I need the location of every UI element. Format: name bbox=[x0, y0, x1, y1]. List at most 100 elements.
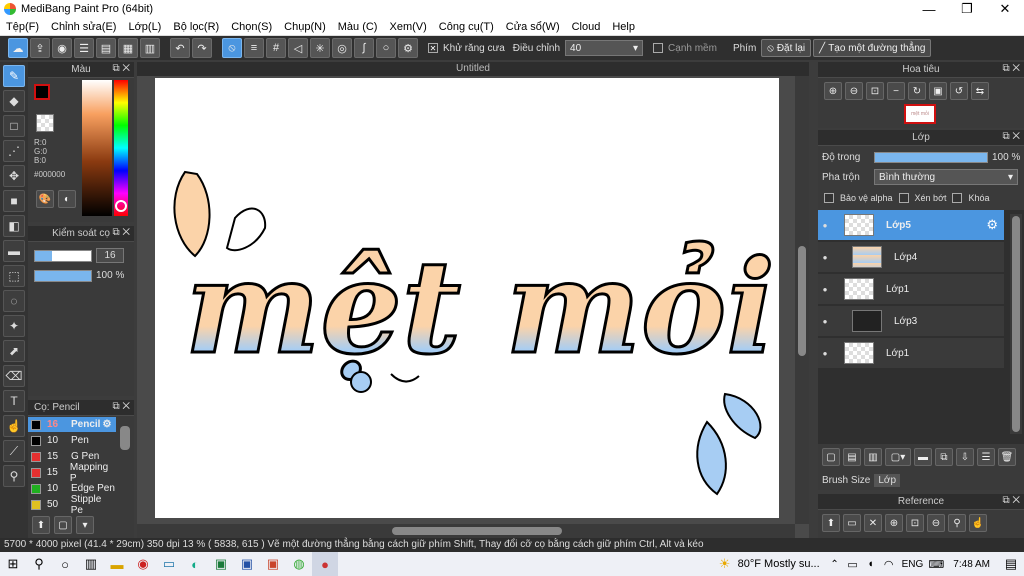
task-view-icon[interactable]: ▥ bbox=[78, 552, 104, 576]
comment-icon[interactable]: ◉ bbox=[52, 38, 72, 58]
perspective-snap-icon[interactable]: ◁ bbox=[288, 38, 308, 58]
maximize-button[interactable]: ❐ bbox=[948, 0, 986, 18]
fit-icon[interactable]: ⊡ bbox=[866, 82, 884, 100]
drawing-canvas[interactable]: mệt mỏi bbox=[155, 78, 779, 518]
duplicate-layer-icon[interactable]: ⧉ bbox=[935, 448, 953, 466]
edge-icon[interactable]: ◐ bbox=[182, 552, 208, 576]
network-icon[interactable]: ▭ bbox=[844, 552, 862, 576]
menu-cloud[interactable]: Cloud bbox=[566, 21, 607, 33]
new-layer-1bit-icon[interactable]: ▥ bbox=[864, 448, 882, 466]
select-eraser-tool-icon[interactable]: ⌫ bbox=[3, 365, 25, 387]
new-layer-8bit-icon[interactable]: ▤ bbox=[843, 448, 861, 466]
list-icon[interactable]: ☰ bbox=[74, 38, 94, 58]
flip-icon[interactable]: ⇆ bbox=[971, 82, 989, 100]
hue-slider[interactable] bbox=[114, 80, 128, 216]
snap-off-icon[interactable]: ⦸ bbox=[222, 38, 242, 58]
operation-tool-icon[interactable]: ☝ bbox=[3, 415, 25, 437]
search-icon[interactable]: ⚲ bbox=[26, 552, 52, 576]
menu-filter[interactable]: Bộ lọc(R) bbox=[167, 21, 225, 33]
tiles-icon[interactable]: ▥ bbox=[140, 38, 160, 58]
brush-list-scrollbar[interactable] bbox=[120, 426, 130, 450]
concentric-snap-icon[interactable]: ◎ bbox=[332, 38, 352, 58]
chrome-icon[interactable]: ◍ bbox=[286, 552, 312, 576]
brush-opacity-slider[interactable] bbox=[34, 270, 92, 282]
notification-icon[interactable]: ▤ bbox=[998, 552, 1024, 576]
menu-select[interactable]: Chọn(S) bbox=[225, 21, 278, 33]
reset-button[interactable]: ⦸ Đặt lại bbox=[761, 39, 812, 57]
rotate-back-icon[interactable]: ↺ bbox=[950, 82, 968, 100]
menu-tools[interactable]: Công cụ(T) bbox=[433, 21, 500, 33]
antialias-checkbox[interactable]: ✕ bbox=[428, 43, 438, 53]
brush-size-value[interactable]: 16 bbox=[96, 248, 124, 263]
brush-size-slider[interactable] bbox=[34, 250, 92, 262]
palette-icon[interactable]: 🎨 bbox=[36, 190, 54, 208]
brush-item-stipple-pen[interactable]: 50 Stipple Pe bbox=[28, 494, 116, 516]
zoom-out-icon[interactable]: ⊖ bbox=[845, 82, 863, 100]
chevron-up-icon[interactable]: ⌃ bbox=[826, 552, 844, 576]
zoom-in-icon[interactable]: ⊕ bbox=[824, 82, 842, 100]
clock[interactable]: 7:48 AM bbox=[945, 559, 998, 570]
layer-row-lop4[interactable]: ● Lớp4 bbox=[818, 242, 1004, 273]
lock-checkbox[interactable] bbox=[952, 193, 963, 203]
bucket-tool-icon[interactable]: ◧ bbox=[3, 215, 25, 237]
parallel-snap-icon[interactable]: ≡ bbox=[244, 38, 264, 58]
menu-view[interactable]: Xem(V) bbox=[383, 21, 432, 33]
fill-shape-tool-icon[interactable]: ■ bbox=[3, 190, 25, 212]
panel-close-icon[interactable]: ⧉ ✕ bbox=[1002, 131, 1020, 142]
foreground-color-swatch[interactable] bbox=[34, 84, 50, 100]
protect-alpha-checkbox[interactable] bbox=[824, 193, 834, 203]
gear-icon[interactable]: ⚙ bbox=[102, 419, 111, 430]
panel-close-icon[interactable]: ⧉ ✕ bbox=[1002, 495, 1020, 506]
visibility-icon[interactable]: ● bbox=[818, 317, 832, 326]
redo-icon[interactable]: ↷ bbox=[192, 38, 212, 58]
menu-help[interactable]: Help bbox=[606, 21, 641, 33]
app-red-icon[interactable]: ◉ bbox=[130, 552, 156, 576]
blend-select[interactable]: Bình thường ▾ bbox=[874, 169, 1018, 185]
color-settings-icon[interactable]: ◐ bbox=[58, 190, 76, 208]
reference-zoom-in-icon[interactable]: ⊕ bbox=[885, 514, 903, 532]
reference-zoom-out-icon[interactable]: ⊖ bbox=[927, 514, 945, 532]
close-button[interactable]: ✕ bbox=[986, 0, 1024, 18]
reference-fit-icon[interactable]: ⊡ bbox=[906, 514, 924, 532]
layer-row-lop5[interactable]: ● Lớp5 ⚙ bbox=[818, 210, 1004, 241]
upload-icon[interactable]: ⇪ bbox=[30, 38, 50, 58]
menu-window[interactable]: Cửa sổ(W) bbox=[500, 21, 566, 33]
settings-snap-icon[interactable]: ⚙ bbox=[398, 38, 418, 58]
panel-close-icon[interactable]: ⧉ ✕ bbox=[112, 227, 130, 238]
tab-brush-size[interactable]: Brush Size bbox=[822, 475, 870, 486]
menu-snap[interactable]: Chụp(N) bbox=[278, 21, 332, 33]
minimize-button[interactable]: — bbox=[910, 0, 948, 18]
menu-edit[interactable]: Chỉnh sửa(E) bbox=[45, 21, 122, 33]
menu-file[interactable]: Tệp(F) bbox=[0, 21, 45, 33]
gradient-tool-icon[interactable]: ▬ bbox=[3, 240, 25, 262]
menu-layer[interactable]: Lớp(L) bbox=[122, 21, 167, 33]
visibility-icon[interactable]: ● bbox=[818, 349, 832, 358]
straight-line-button[interactable]: ╱ Tạo một đường thẳng bbox=[813, 39, 932, 57]
panel-close-icon[interactable]: ⧉ ✕ bbox=[112, 401, 130, 412]
brush-tool-icon[interactable]: ✎ bbox=[3, 65, 25, 87]
circle-snap-icon[interactable]: ○ bbox=[376, 38, 396, 58]
adjust-select[interactable]: 40 ▾ bbox=[565, 40, 644, 56]
layer-row-lop1-b[interactable]: ● Lớp1 bbox=[818, 338, 1004, 369]
move-tool-icon[interactable]: ✥ bbox=[3, 165, 25, 187]
rotate-icon[interactable]: ↻ bbox=[908, 82, 926, 100]
folder-icon[interactable]: ▬ bbox=[914, 448, 932, 466]
visibility-icon[interactable]: ● bbox=[818, 285, 832, 294]
brush-menu-icon[interactable]: ▾ bbox=[76, 516, 94, 534]
monitor-icon[interactable]: ▭ bbox=[156, 552, 182, 576]
powerpoint-icon[interactable]: ▣ bbox=[260, 552, 286, 576]
new-layer-icon[interactable]: ▢ bbox=[822, 448, 840, 466]
tab-layer[interactable]: Lớp bbox=[874, 473, 901, 487]
magic-wand-tool-icon[interactable]: ✦ bbox=[3, 315, 25, 337]
layer-list-scrollbar[interactable] bbox=[1010, 214, 1022, 434]
merge-layer-icon[interactable]: ⇩ bbox=[956, 448, 974, 466]
navigator-preview[interactable]: mệt mỏi bbox=[904, 104, 936, 124]
volume-icon[interactable]: ◖ bbox=[862, 552, 880, 576]
reference-pan-icon[interactable]: ☝ bbox=[969, 514, 987, 532]
layer-row-lop1[interactable]: ● Lớp1 bbox=[818, 274, 1004, 305]
rectangle-tool-icon[interactable]: □ bbox=[3, 115, 25, 137]
transparent-color-swatch[interactable] bbox=[36, 114, 54, 132]
reference-upload-icon[interactable]: ⬆ bbox=[822, 514, 840, 532]
reference-open-icon[interactable]: ▭ bbox=[843, 514, 861, 532]
delete-layer-icon[interactable]: 🗑 bbox=[998, 448, 1016, 466]
